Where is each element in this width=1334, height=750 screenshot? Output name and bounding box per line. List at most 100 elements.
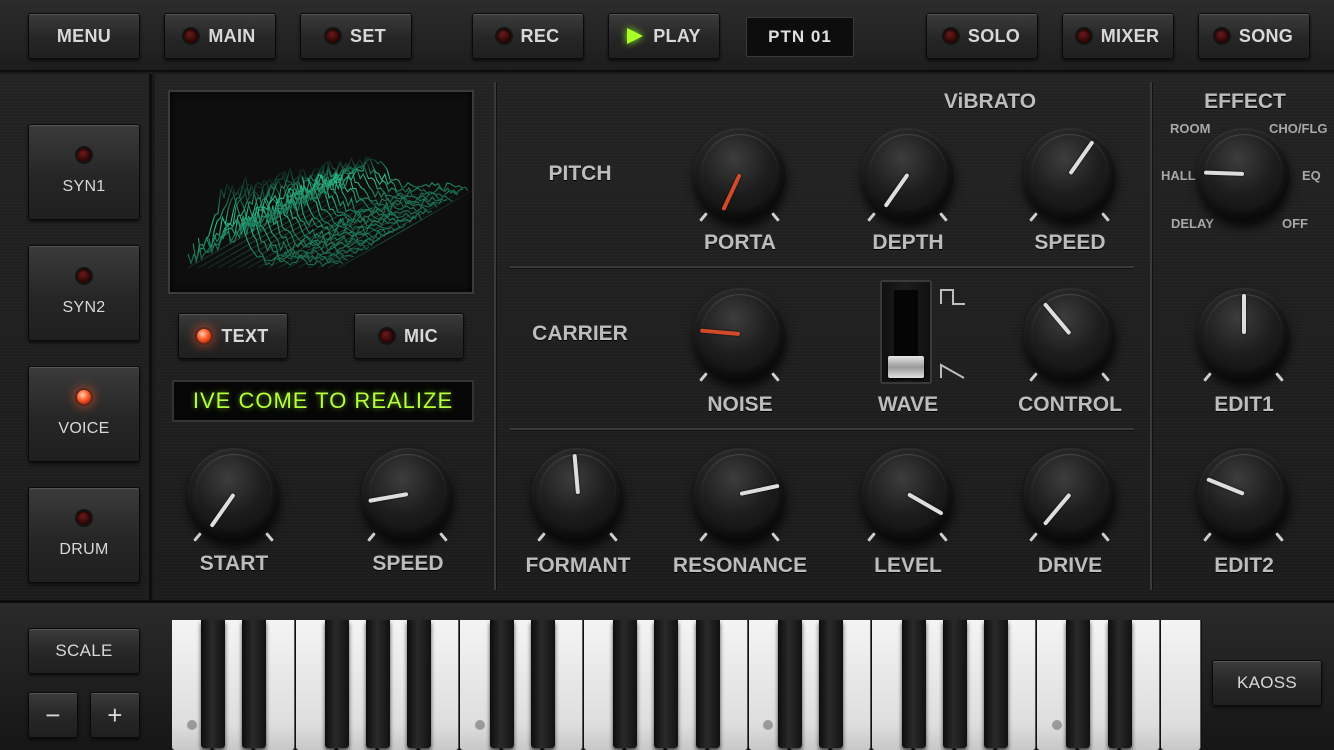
song-button[interactable]: SONG [1198,13,1310,59]
porta-knob[interactable] [694,128,786,220]
row-divider [510,428,1134,430]
octave-down-button[interactable]: − [28,692,78,738]
minus-icon: − [45,699,61,730]
rec-label: REC [520,25,560,46]
sidebar-item-label: DRUM [59,541,109,558]
song-label: SONG [1238,25,1294,46]
black-key[interactable] [1066,620,1091,748]
pattern-label: PTN 01 [768,27,832,46]
control-knob[interactable] [1024,288,1116,380]
mixer-label: MIXER [1100,25,1160,46]
drive-knob[interactable] [1024,448,1116,540]
syn2-led-icon [77,269,91,283]
formant-knob[interactable] [532,448,624,540]
effect-hall-label: HALL [1161,168,1196,183]
black-key[interactable] [201,620,226,748]
sidebar-item-voice[interactable]: VOICE [28,366,140,462]
black-key[interactable] [942,620,967,748]
noise-knob[interactable] [694,288,786,380]
effect-title: EFFECT [1204,90,1286,113]
depth-label: DEPTH [872,231,944,254]
piano-keyboard[interactable] [172,620,1202,750]
resonance-knob[interactable] [694,448,786,540]
effect-cho-flg-label: CHO/FLG [1269,121,1328,136]
mixer-button[interactable]: MIXER [1062,13,1174,59]
black-key[interactable] [1107,620,1132,748]
edit2-knob[interactable] [1198,448,1290,540]
sidebar-item-syn2[interactable]: SYN2 [28,245,140,341]
black-key[interactable] [695,620,720,748]
start-label: START [199,552,269,575]
drum-led-icon [77,511,91,525]
mic-button[interactable]: MIC [354,313,464,359]
sidebar-item-label: VOICE [58,420,110,437]
menu-button[interactable]: MENU [28,13,140,59]
set-led-icon [326,29,341,43]
black-key[interactable] [530,620,555,748]
syn1-led-icon [77,148,91,162]
play-button[interactable]: PLAY [608,13,720,59]
mixer-led-icon [1076,29,1091,43]
depth-knob[interactable] [862,128,954,220]
black-key[interactable] [819,620,844,748]
black-key[interactable] [489,620,514,748]
scale-label: SCALE [55,641,113,660]
effect-off-label: OFF [1282,216,1308,231]
c-marker-icon [763,720,774,730]
wave-label: WAVE [877,393,939,416]
mic-label: MIC [404,325,438,346]
solo-label: SOLO [967,25,1021,46]
black-key[interactable] [778,620,802,748]
main-button[interactable]: MAIN [164,13,276,59]
text-button[interactable]: TEXT [178,313,288,359]
black-key[interactable] [242,620,267,748]
effect-select-knob[interactable] [1198,128,1290,220]
drive-label: DRIVE [1037,554,1103,577]
octave-up-button[interactable]: + [90,692,140,738]
edit2-label: EDIT2 [1214,554,1274,577]
black-key[interactable] [613,620,638,748]
black-key[interactable] [366,620,390,748]
resonance-label: RESONANCE [672,554,808,577]
start-knob[interactable] [188,448,280,540]
rec-led-icon [496,29,511,43]
black-key[interactable] [324,620,349,748]
rec-button[interactable]: REC [472,13,584,59]
lyrics-display[interactable]: IVE COME TO REALIZE [172,380,474,422]
sidebar-item-syn1[interactable]: SYN1 [28,124,140,220]
scale-button[interactable]: SCALE [28,628,140,674]
row-divider [510,266,1134,268]
sidebar-item-label: SYN1 [62,178,106,195]
black-key[interactable] [654,620,679,748]
vibrato-speed-knob[interactable] [1024,128,1116,220]
menu-label: MENU [56,25,112,46]
black-key[interactable] [984,620,1008,748]
wave-switch[interactable] [880,280,932,384]
saw-wave-icon [940,363,965,379]
black-key[interactable] [407,620,432,748]
white-key[interactable] [1160,620,1201,750]
set-button[interactable]: SET [300,13,412,59]
pattern-display[interactable]: PTN 01 [746,17,854,57]
noise-label: NOISE [707,393,773,416]
edit1-knob[interactable] [1198,288,1290,380]
top-toolbar: MENU MAIN SET REC PLAY PTN 01 SOLO MIXER… [0,0,1334,72]
main-led-icon [184,29,199,43]
mic-led-icon [380,329,395,343]
sidebar-item-label: SYN2 [62,299,106,316]
solo-button[interactable]: SOLO [926,13,1038,59]
spectrum-waterfall-icon [187,155,472,269]
section-divider [1150,82,1152,590]
text-led-icon [197,329,212,343]
solo-led-icon [943,29,958,43]
level-knob[interactable] [862,448,954,540]
c-marker-icon [1051,720,1062,730]
effect-delay-label: DELAY [1171,216,1214,231]
speed-knob[interactable] [362,448,454,540]
edit1-label: EDIT1 [1214,393,1274,416]
sidebar-item-drum[interactable]: DRUM [28,487,140,583]
black-key[interactable] [901,620,926,748]
play-arrow-icon [627,28,644,44]
kaoss-button[interactable]: KAOSS [1212,660,1322,706]
effect-eq-label: EQ [1302,168,1321,183]
